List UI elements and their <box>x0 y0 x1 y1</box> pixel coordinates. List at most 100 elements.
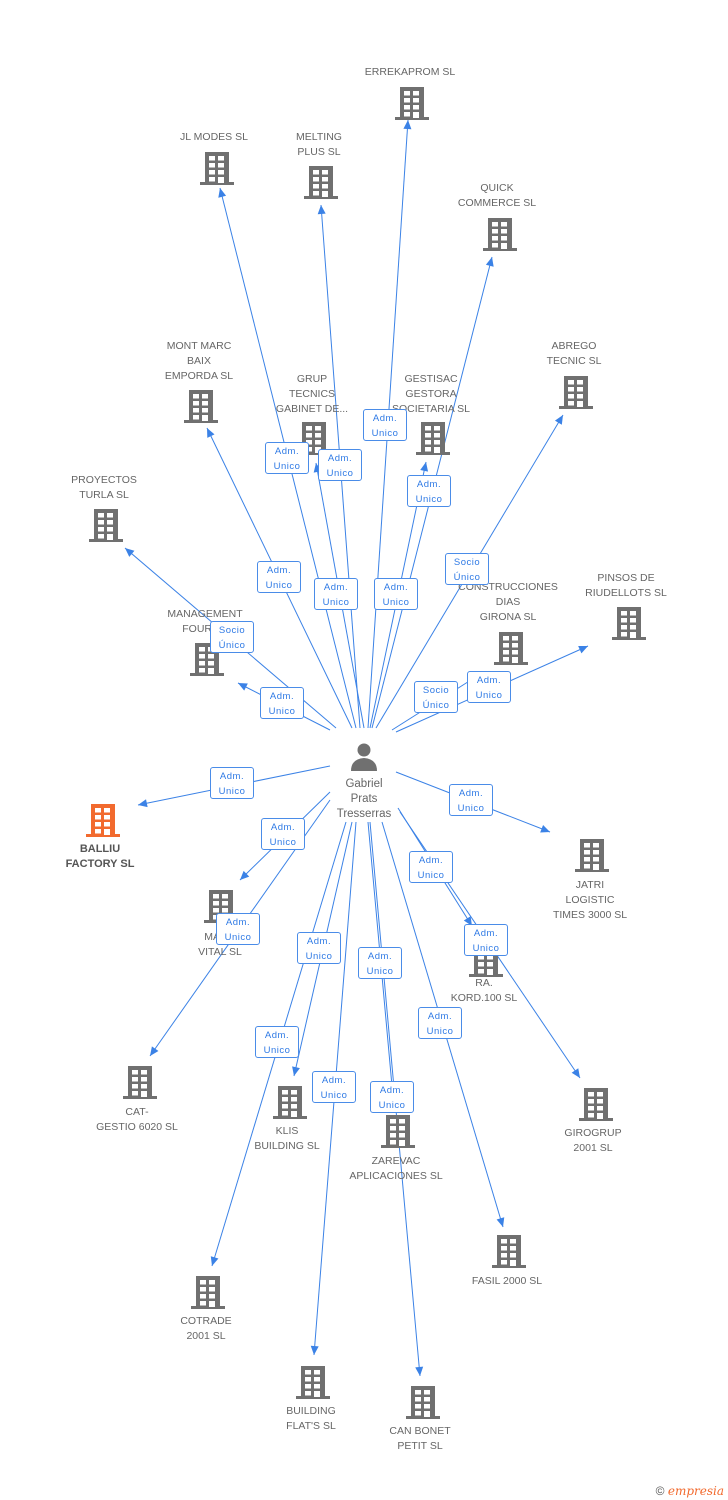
relation-text: Unico <box>426 1026 454 1037</box>
relation-text: Adm. <box>473 928 499 939</box>
arrow-head-icon <box>310 1345 319 1355</box>
company-node-label[interactable]: BALLIU FACTORY SL <box>66 842 135 872</box>
company-building-icon[interactable] <box>416 422 450 455</box>
relation-text: Adm. <box>219 771 245 782</box>
company-name-line: 2001 SL <box>573 1142 613 1154</box>
company-building-icon[interactable] <box>612 607 646 640</box>
relation-text: Adm. <box>306 936 332 947</box>
company-name-line: RA. <box>475 977 493 989</box>
company-name-line: LOGISTIC <box>565 894 615 906</box>
company-node-label[interactable]: FASIL 2000 SL <box>472 1274 542 1289</box>
company-building-icon[interactable] <box>483 218 517 251</box>
relation-label: Adm. Unico <box>261 818 305 850</box>
arrow-head-icon <box>292 1066 300 1076</box>
relation-label: Adm. Unico <box>265 442 309 474</box>
relation-text: Adm. <box>416 479 442 490</box>
relation-text: Unico <box>263 1045 291 1056</box>
relation-text: Adm. <box>266 565 292 576</box>
company-node-label[interactable]: KLIS BUILDING SL <box>254 1124 319 1154</box>
company-building-icon[interactable] <box>579 1088 613 1121</box>
company-node-label[interactable]: RA. KORD.100 SL <box>451 976 518 1006</box>
person-icon[interactable] <box>351 743 377 772</box>
company-name-line: PLUS SL <box>297 146 341 158</box>
relation-text: Único <box>218 640 246 651</box>
relation-label: Adm. Unico <box>418 1007 462 1039</box>
relation-text: Unico <box>415 494 443 505</box>
company-building-icon[interactable] <box>492 1235 526 1268</box>
company-name-line: 2001 SL <box>186 1330 226 1342</box>
relation-label: Adm. Unico <box>370 1081 414 1113</box>
arrow-head-icon <box>218 188 227 198</box>
company-name-line: GIRONA SL <box>479 611 537 623</box>
relation-label: Adm. Unico <box>312 1071 356 1103</box>
company-name-line: GESTORA <box>405 388 457 400</box>
company-node-label[interactable]: MELTING PLUS SL <box>296 130 342 160</box>
company-node-label[interactable]: BUILDING FLAT'S SL <box>286 1404 336 1434</box>
company-name-line: BUILDING SL <box>254 1140 320 1152</box>
company-name-line: MANAGEMENT <box>167 608 243 620</box>
person-name-line: Tresserras <box>336 808 392 820</box>
company-name-line: GESTIO 6020 SL <box>96 1121 178 1133</box>
company-node-label[interactable]: ZAREVAC APLICACIONES SL <box>349 1154 442 1184</box>
relation-text: Unico <box>269 837 297 848</box>
relation-label: Adm. Unico <box>374 578 418 610</box>
person-name-line: Prats <box>350 793 378 805</box>
company-node-label[interactable]: CAT- GESTIO 6020 SL <box>96 1105 178 1135</box>
company-building-icon[interactable] <box>89 509 123 542</box>
relation-label: Adm. Unico <box>409 851 453 883</box>
arrow-head-icon <box>138 799 148 808</box>
company-name-line: FACTORY SL <box>65 858 135 870</box>
company-name-line: PROYECTOS <box>71 474 137 486</box>
arrow-head-icon <box>420 462 429 472</box>
center-person-label[interactable]: Gabriel Prats Tresserras <box>337 777 392 822</box>
company-building-icon[interactable] <box>184 390 218 423</box>
company-node-label[interactable]: GRUP TECNICS GABINET DE... <box>276 372 348 417</box>
company-node-label[interactable]: CAN BONET PETIT SL <box>389 1424 450 1454</box>
arrow-head-icon <box>554 415 563 425</box>
relation-text: Unico <box>265 580 293 591</box>
company-name-line: BUILDING <box>286 1405 336 1417</box>
company-building-icon[interactable] <box>575 839 609 872</box>
relation-text: Adm. <box>269 691 295 702</box>
arrow-head-icon <box>403 120 412 130</box>
company-building-icon[interactable] <box>273 1086 307 1119</box>
relation-text: Unico <box>273 461 301 472</box>
relation-text: Adm. <box>383 582 409 593</box>
company-node-label[interactable]: COTRADE 2001 SL <box>180 1314 231 1344</box>
company-node-label[interactable]: JATRI LOGISTIC TIMES 3000 SL <box>553 878 627 923</box>
relation-text: Socio <box>453 557 481 568</box>
company-building-icon[interactable] <box>296 1366 330 1399</box>
company-node-label[interactable]: PROYECTOS TURLA SL <box>71 473 137 503</box>
relation-text: Único <box>453 572 481 583</box>
company-name-line: KORD.100 SL <box>450 992 518 1004</box>
arrow-head-icon <box>496 1217 505 1227</box>
company-name-line: TECNIC SL <box>546 355 602 367</box>
company-building-icon[interactable] <box>86 804 120 837</box>
company-node-label[interactable]: MONT MARC BAIX EMPORDA SL <box>165 339 233 384</box>
company-building-icon[interactable] <box>123 1066 157 1099</box>
arrow-head-icon <box>571 1068 580 1078</box>
company-building-icon[interactable] <box>200 152 234 185</box>
company-building-icon[interactable] <box>406 1386 440 1419</box>
company-building-icon[interactable] <box>559 376 593 409</box>
company-name-line: RIUDELLOTS SL <box>585 587 667 599</box>
company-name-line: FLAT'S SL <box>286 1420 336 1432</box>
company-building-icon[interactable] <box>494 632 528 665</box>
company-building-icon[interactable] <box>191 1276 225 1309</box>
company-node-label[interactable]: ABREGO TECNIC SL <box>547 339 602 369</box>
relation-label: Adm. Unico <box>449 784 493 816</box>
company-node-label[interactable]: PINSOS DE RIUDELLOTS SL <box>585 571 667 601</box>
relation-label: Socio Único <box>445 553 489 585</box>
company-building-icon[interactable] <box>395 87 429 120</box>
relation-text: Unico <box>457 803 485 814</box>
company-node-label[interactable]: CONSTRUCCIONES DIAS GIRONA SL <box>458 580 558 625</box>
company-name-line: MELTING <box>296 131 342 143</box>
company-node-label[interactable]: JL MODES SL <box>180 130 248 145</box>
company-building-icon[interactable] <box>381 1115 415 1148</box>
company-building-icon[interactable] <box>304 166 338 199</box>
company-node-label[interactable]: ERREKAPROM SL <box>365 65 455 80</box>
copyright-symbol: © <box>655 1484 665 1498</box>
company-node-label[interactable]: QUICK COMMERCE SL <box>458 181 536 211</box>
relation-label: Adm. Unico <box>467 671 511 703</box>
company-node-label[interactable]: GIROGRUP 2001 SL <box>564 1126 621 1156</box>
